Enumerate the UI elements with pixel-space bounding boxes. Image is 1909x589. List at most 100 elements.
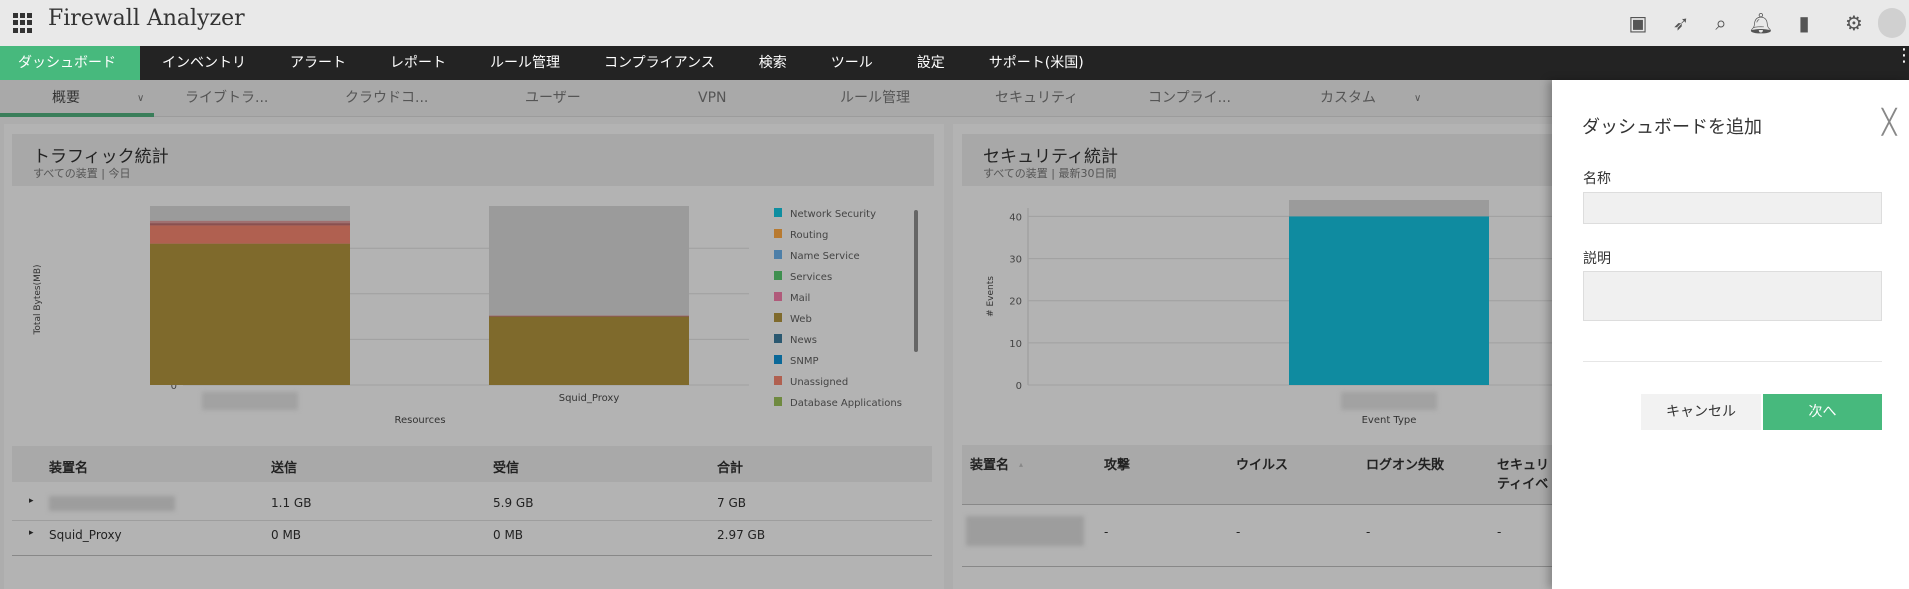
nav-item[interactable]: インベントリ <box>140 46 268 80</box>
legend-swatch <box>774 208 782 217</box>
user-avatar-icon[interactable] <box>1878 8 1906 38</box>
table-cell: 0 MB <box>271 528 302 542</box>
expand-row-icon[interactable]: ▸ <box>29 528 34 538</box>
search-icon[interactable]: ⌕ <box>1708 10 1734 36</box>
name-input[interactable] <box>1583 192 1882 224</box>
description-label: 説明 <box>1583 251 1611 267</box>
table-cell: - <box>1236 525 1241 539</box>
bar-segment-mail[interactable] <box>150 220 350 224</box>
subtab[interactable]: カスタム <box>1320 80 1376 117</box>
table-cell: 2.97 GB <box>717 528 766 542</box>
rocket-icon[interactable]: ➶ <box>1668 10 1694 36</box>
legend-swatch <box>774 313 782 322</box>
column-header[interactable]: ログオン失敗 <box>1366 456 1486 475</box>
column-header[interactable]: 装置名 <box>49 457 88 476</box>
more-menu-icon[interactable]: ⋮ <box>1895 47 1909 65</box>
bar-segment-web[interactable] <box>489 316 689 385</box>
legend-swatch <box>774 292 782 301</box>
legend-item[interactable]: Name Service <box>790 251 860 262</box>
x-tick-label-redacted <box>1341 392 1437 410</box>
legend-swatch <box>774 271 782 280</box>
apps-grid-icon[interactable] <box>13 13 33 33</box>
nav-item[interactable]: レポート <box>368 46 468 80</box>
traffic-chart: 0200040006000Total Bytes(MB)Squid_ProxyR… <box>33 206 902 426</box>
security-subtitle: すべての装置 | 最新30日間 <box>983 167 1117 180</box>
battery-icon[interactable]: ▮ <box>1791 10 1817 36</box>
subtab[interactable]: セキュリティ <box>995 80 1078 117</box>
bar-segment-unassigned[interactable] <box>150 225 350 244</box>
nav-item[interactable]: ツール <box>809 46 895 80</box>
nav-item[interactable]: コンプライアンス <box>582 46 737 80</box>
app-title: Firewall Analyzer <box>48 6 245 31</box>
legend-item[interactable]: Services <box>790 272 832 283</box>
y-axis-title: # Events <box>986 276 996 317</box>
subtab[interactable]: VPN <box>698 80 727 117</box>
subtab[interactable]: クラウドコ... <box>345 80 428 117</box>
legend-item[interactable]: Mail <box>790 293 810 304</box>
nav-item[interactable]: ルール管理 <box>468 46 582 80</box>
subtab[interactable]: ルール管理 <box>840 80 910 117</box>
subtab[interactable]: コンプライ... <box>1148 80 1231 117</box>
chevron-down-icon[interactable]: ∨ <box>137 80 144 117</box>
y-tick-label: 20 <box>1009 297 1022 308</box>
legend-item[interactable]: Database Applications <box>790 398 902 409</box>
bell-icon[interactable]: 🔔︎ <box>1748 10 1774 36</box>
legend-item[interactable]: Web <box>790 314 812 325</box>
table-cell: - <box>1497 525 1502 539</box>
column-header[interactable]: 送信 <box>271 457 297 476</box>
row-divider <box>962 504 1562 505</box>
column-header[interactable]: 装置名 <box>970 456 1090 475</box>
legend-item[interactable]: Network Security <box>790 209 876 220</box>
drawer-title: ダッシュボードを追加 <box>1582 117 1762 138</box>
legend-item[interactable]: News <box>790 335 817 346</box>
column-header[interactable]: 受信 <box>493 457 519 476</box>
table-cell: 5.9 GB <box>493 496 534 510</box>
device-name-redacted[interactable] <box>49 496 175 511</box>
expand-row-icon[interactable]: ▸ <box>29 496 34 506</box>
table-cell[interactable]: Squid_Proxy <box>49 528 122 542</box>
table-cell: 1.1 GB <box>271 496 312 510</box>
nav-item[interactable]: 検索 <box>737 46 809 80</box>
subtab[interactable]: 概要 <box>52 80 80 117</box>
bar-segment-news[interactable] <box>150 223 350 226</box>
nav-item[interactable]: サポート(米国) <box>967 46 1106 80</box>
traffic-subtitle: すべての装置 | 今日 <box>33 167 131 180</box>
legend-swatch <box>774 250 782 259</box>
column-header[interactable]: 攻撃 <box>1104 456 1224 475</box>
sort-icon[interactable]: ▴ <box>1019 460 1023 469</box>
legend-item[interactable]: Unassigned <box>790 377 848 388</box>
description-input[interactable] <box>1583 271 1882 321</box>
legend-scrollbar[interactable] <box>914 210 918 352</box>
legend-swatch <box>774 355 782 364</box>
y-axis-title: Total Bytes(MB) <box>33 264 43 335</box>
nav-item[interactable]: ダッシュボード <box>0 46 140 80</box>
bar-segment-web[interactable] <box>150 243 350 385</box>
bar-segment-news[interactable] <box>489 315 689 317</box>
row-divider <box>12 520 932 521</box>
legend-item[interactable]: Routing <box>790 230 828 241</box>
security-title: セキュリティ統計 <box>983 147 1118 167</box>
column-header[interactable]: セキュリティイベント <box>1497 456 1552 496</box>
traffic-table-header <box>12 446 932 482</box>
top-header <box>0 0 1909 46</box>
cancel-button[interactable]: キャンセル <box>1641 394 1761 430</box>
traffic-title: トラフィック統計 <box>33 147 169 167</box>
subtab[interactable]: ユーザー <box>525 80 581 117</box>
divider <box>12 555 932 556</box>
column-header[interactable]: ウイルス <box>1236 456 1356 475</box>
legend-swatch <box>774 376 782 385</box>
chevron-down-icon[interactable]: ∨ <box>1414 80 1421 117</box>
y-tick-label: 30 <box>1009 255 1022 266</box>
x-axis-title: Event Type <box>1362 415 1417 426</box>
close-icon[interactable]: ╳ <box>1882 108 1896 136</box>
column-header[interactable]: 合計 <box>717 457 743 476</box>
next-button[interactable]: 次へ <box>1763 394 1882 430</box>
device-name-redacted[interactable] <box>966 516 1084 546</box>
gear-icon[interactable]: ⚙ <box>1841 10 1867 36</box>
nav-item[interactable]: アラート <box>268 46 368 80</box>
subtab[interactable]: ライブトラ... <box>185 80 268 117</box>
legend-item[interactable]: SNMP <box>790 356 819 367</box>
bar-segment-events[interactable] <box>1289 216 1489 385</box>
presentation-icon[interactable]: ▣ <box>1625 10 1651 36</box>
nav-item[interactable]: 設定 <box>895 46 967 80</box>
